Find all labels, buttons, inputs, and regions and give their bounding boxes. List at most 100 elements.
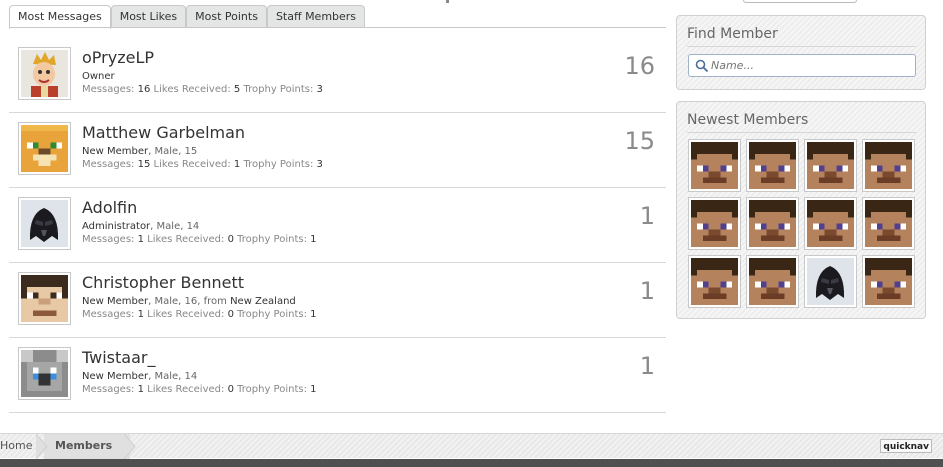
newest-members-heading: Newest Members — [687, 112, 916, 133]
likes-value: 0 — [227, 309, 234, 320]
likes-label: Likes Received: — [153, 159, 231, 170]
member-row: Christopher Bennett New Member, Male, 16… — [9, 263, 666, 338]
top-edge-mark — [446, 0, 449, 3]
message-count: 15 — [624, 127, 655, 155]
likes-value: 5 — [233, 84, 241, 95]
messages-label: Messages: — [82, 309, 135, 320]
member-title: New Member, Male, 16, from New Zealand — [82, 296, 296, 307]
pixel-face-avatar[interactable] — [18, 272, 71, 325]
newest-member-avatar[interactable] — [862, 197, 915, 250]
member-role: New Member — [82, 146, 149, 157]
character-avatar[interactable] — [18, 47, 71, 100]
member-row: Twistaar_ New Member, Male, 14 Messages:… — [9, 338, 666, 413]
member-name[interactable]: Twistaar_ — [82, 348, 155, 367]
messages-value: 15 — [137, 159, 151, 170]
trophy-label: Trophy Points: — [237, 309, 307, 320]
tab-most-likes[interactable]: Most Likes — [110, 5, 187, 28]
newest-member-helmet-avatar[interactable] — [804, 255, 857, 308]
breadcrumb-members[interactable]: Members — [44, 434, 130, 459]
newest-member-avatar[interactable] — [688, 255, 741, 308]
tab-most-points[interactable]: Most Points — [186, 5, 267, 28]
messages-label: Messages: — [82, 384, 135, 395]
messages-value: 1 — [137, 384, 144, 395]
member-details: , Male, 14 — [150, 221, 200, 232]
messages-label: Messages: — [82, 159, 135, 170]
newest-member-avatar[interactable] — [746, 255, 799, 308]
member-row: oPryzeLP Owner Messages: 16 Likes Receiv… — [9, 38, 666, 113]
member-title: New Member, Male, 14 — [82, 371, 197, 382]
likes-value: 1 — [233, 159, 241, 170]
message-count: 1 — [639, 277, 655, 305]
newest-member-avatar[interactable] — [804, 139, 857, 192]
member-stats: Messages: 1 Likes Received: 0 Trophy Poi… — [82, 309, 317, 320]
breadcrumb-arrow — [124, 434, 136, 459]
find-member-heading: Find Member — [687, 26, 916, 47]
likes-label: Likes Received: — [153, 84, 231, 95]
member-role: Owner — [82, 71, 115, 82]
member-role: New Member — [82, 371, 149, 382]
likes-value: 0 — [227, 384, 234, 395]
newest-member-avatar[interactable] — [804, 197, 857, 250]
trophy-value: 3 — [316, 84, 323, 95]
member-stats: Messages: 16 Likes Received: 5 Trophy Po… — [82, 84, 323, 95]
member-stats: Messages: 1 Likes Received: 0 Trophy Poi… — [82, 234, 317, 245]
trophy-value: 1 — [310, 309, 317, 320]
member-location-prefix: from — [203, 296, 231, 307]
member-name[interactable]: oPryzeLP — [82, 48, 154, 67]
newest-member-avatar[interactable] — [862, 255, 915, 308]
likes-label: Likes Received: — [147, 384, 225, 395]
breadcrumb: Members Home quicknav — [0, 433, 943, 459]
member-search-box[interactable] — [688, 54, 916, 77]
member-role: New Member — [82, 296, 149, 307]
breadcrumb-home[interactable]: Home — [0, 434, 32, 459]
message-count: 1 — [639, 202, 655, 230]
messages-value: 1 — [137, 309, 144, 320]
messages-label: Messages: — [82, 84, 135, 95]
breadcrumb-separator — [36, 434, 48, 459]
trophy-value: 1 — [310, 384, 317, 395]
likes-value: 0 — [227, 234, 234, 245]
member-title: New Member, Male, 15 — [82, 146, 197, 157]
trophy-label: Trophy Points: — [243, 84, 314, 95]
member-stats: Messages: 1 Likes Received: 0 Trophy Poi… — [82, 384, 317, 395]
trophy-label: Trophy Points: — [237, 234, 307, 245]
member-stats: Messages: 15 Likes Received: 1 Trophy Po… — [82, 159, 323, 170]
newest-member-avatar[interactable] — [688, 139, 741, 192]
sidebar-top-edge — [743, 0, 857, 3]
ocelot-avatar[interactable] — [18, 122, 71, 175]
newest-member-avatar[interactable] — [746, 197, 799, 250]
member-row: Matthew Garbelman New Member, Male, 15 M… — [9, 113, 666, 188]
message-count: 16 — [624, 52, 655, 80]
member-details: , Male, 16, — [148, 296, 204, 307]
member-details: , Male, 14 — [148, 371, 198, 382]
dark-helmet-avatar[interactable] — [18, 197, 71, 250]
member-role: Administrator — [82, 221, 151, 232]
newest-member-avatar[interactable] — [746, 139, 799, 192]
trophy-value: 3 — [316, 159, 323, 170]
newest-member-avatar[interactable] — [688, 197, 741, 250]
messages-value: 16 — [137, 84, 151, 95]
member-tabs: Most Messages Most Likes Most Points Sta… — [9, 5, 366, 29]
member-name[interactable]: Adolfin — [82, 198, 137, 217]
member-row: Adolfin Administrator, Male, 14 Messages… — [9, 188, 666, 263]
message-count: 1 — [639, 352, 655, 380]
member-name[interactable]: Christopher Bennett — [82, 273, 244, 292]
trophy-value: 1 — [310, 234, 317, 245]
tab-most-messages[interactable]: Most Messages — [9, 5, 111, 29]
member-name-input[interactable] — [711, 57, 911, 74]
member-title: Administrator, Male, 14 — [82, 221, 199, 232]
find-member-block: Find Member — [676, 15, 926, 90]
koala-avatar[interactable] — [18, 347, 71, 400]
trophy-label: Trophy Points: — [243, 159, 314, 170]
member-name[interactable]: Matthew Garbelman — [82, 123, 245, 142]
newest-member-avatar[interactable] — [862, 139, 915, 192]
newest-members-block: Newest Members — [676, 101, 926, 319]
tab-staff-members[interactable]: Staff Members — [266, 5, 366, 28]
member-title: Owner — [82, 71, 115, 82]
newest-members-grid — [688, 139, 916, 308]
member-details: , Male, 15 — [148, 146, 198, 157]
member-list: oPryzeLP Owner Messages: 16 Likes Receiv… — [9, 38, 666, 413]
quicknav-button[interactable]: quicknav — [880, 439, 932, 453]
tabs-divider — [9, 27, 666, 28]
likes-label: Likes Received: — [147, 309, 225, 320]
